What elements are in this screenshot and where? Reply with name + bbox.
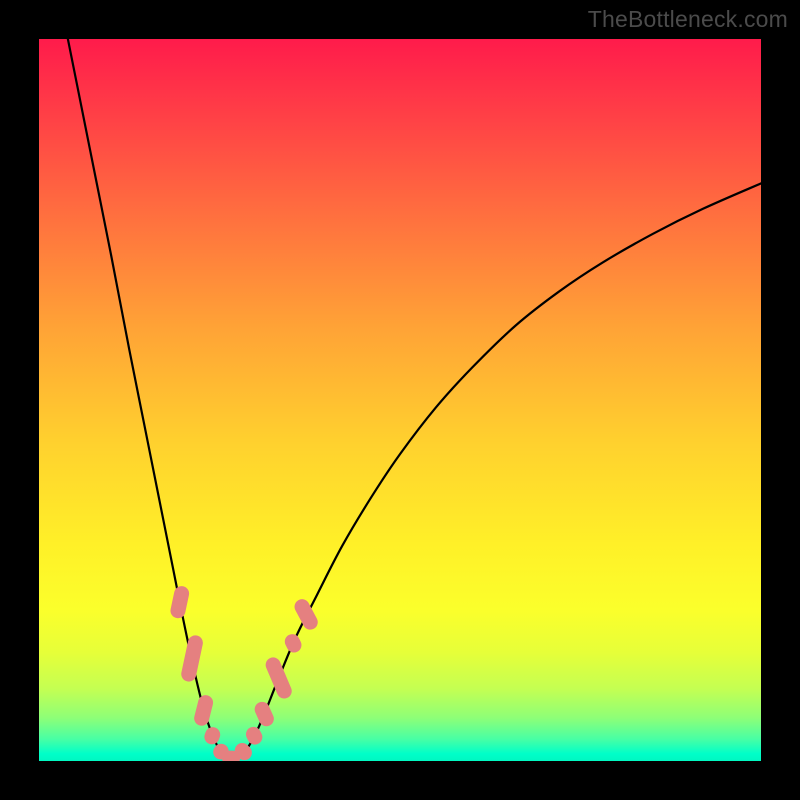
bead	[180, 634, 204, 683]
plot-area	[39, 39, 761, 761]
watermark-text: TheBottleneck.com	[588, 6, 788, 33]
bottleneck-curve	[68, 39, 761, 759]
bead	[169, 585, 190, 620]
bead	[193, 694, 215, 728]
bead-wrapper	[292, 597, 320, 633]
bead-wrapper	[243, 724, 265, 747]
bead	[263, 655, 294, 701]
bead-wrapper	[263, 655, 294, 701]
bead-wrapper	[193, 694, 215, 728]
bead	[282, 632, 304, 655]
curve-layer	[39, 39, 761, 761]
bead-wrapper	[202, 725, 222, 746]
chart-frame: TheBottleneck.com	[0, 0, 800, 800]
bead-wrapper	[169, 585, 190, 620]
bead-wrapper	[180, 634, 204, 683]
bead	[243, 724, 265, 747]
bead-wrapper	[252, 699, 276, 728]
bead	[202, 725, 222, 746]
bead-wrapper	[282, 632, 304, 655]
bead	[252, 699, 276, 728]
bead	[292, 597, 320, 633]
bead-group	[169, 585, 320, 761]
